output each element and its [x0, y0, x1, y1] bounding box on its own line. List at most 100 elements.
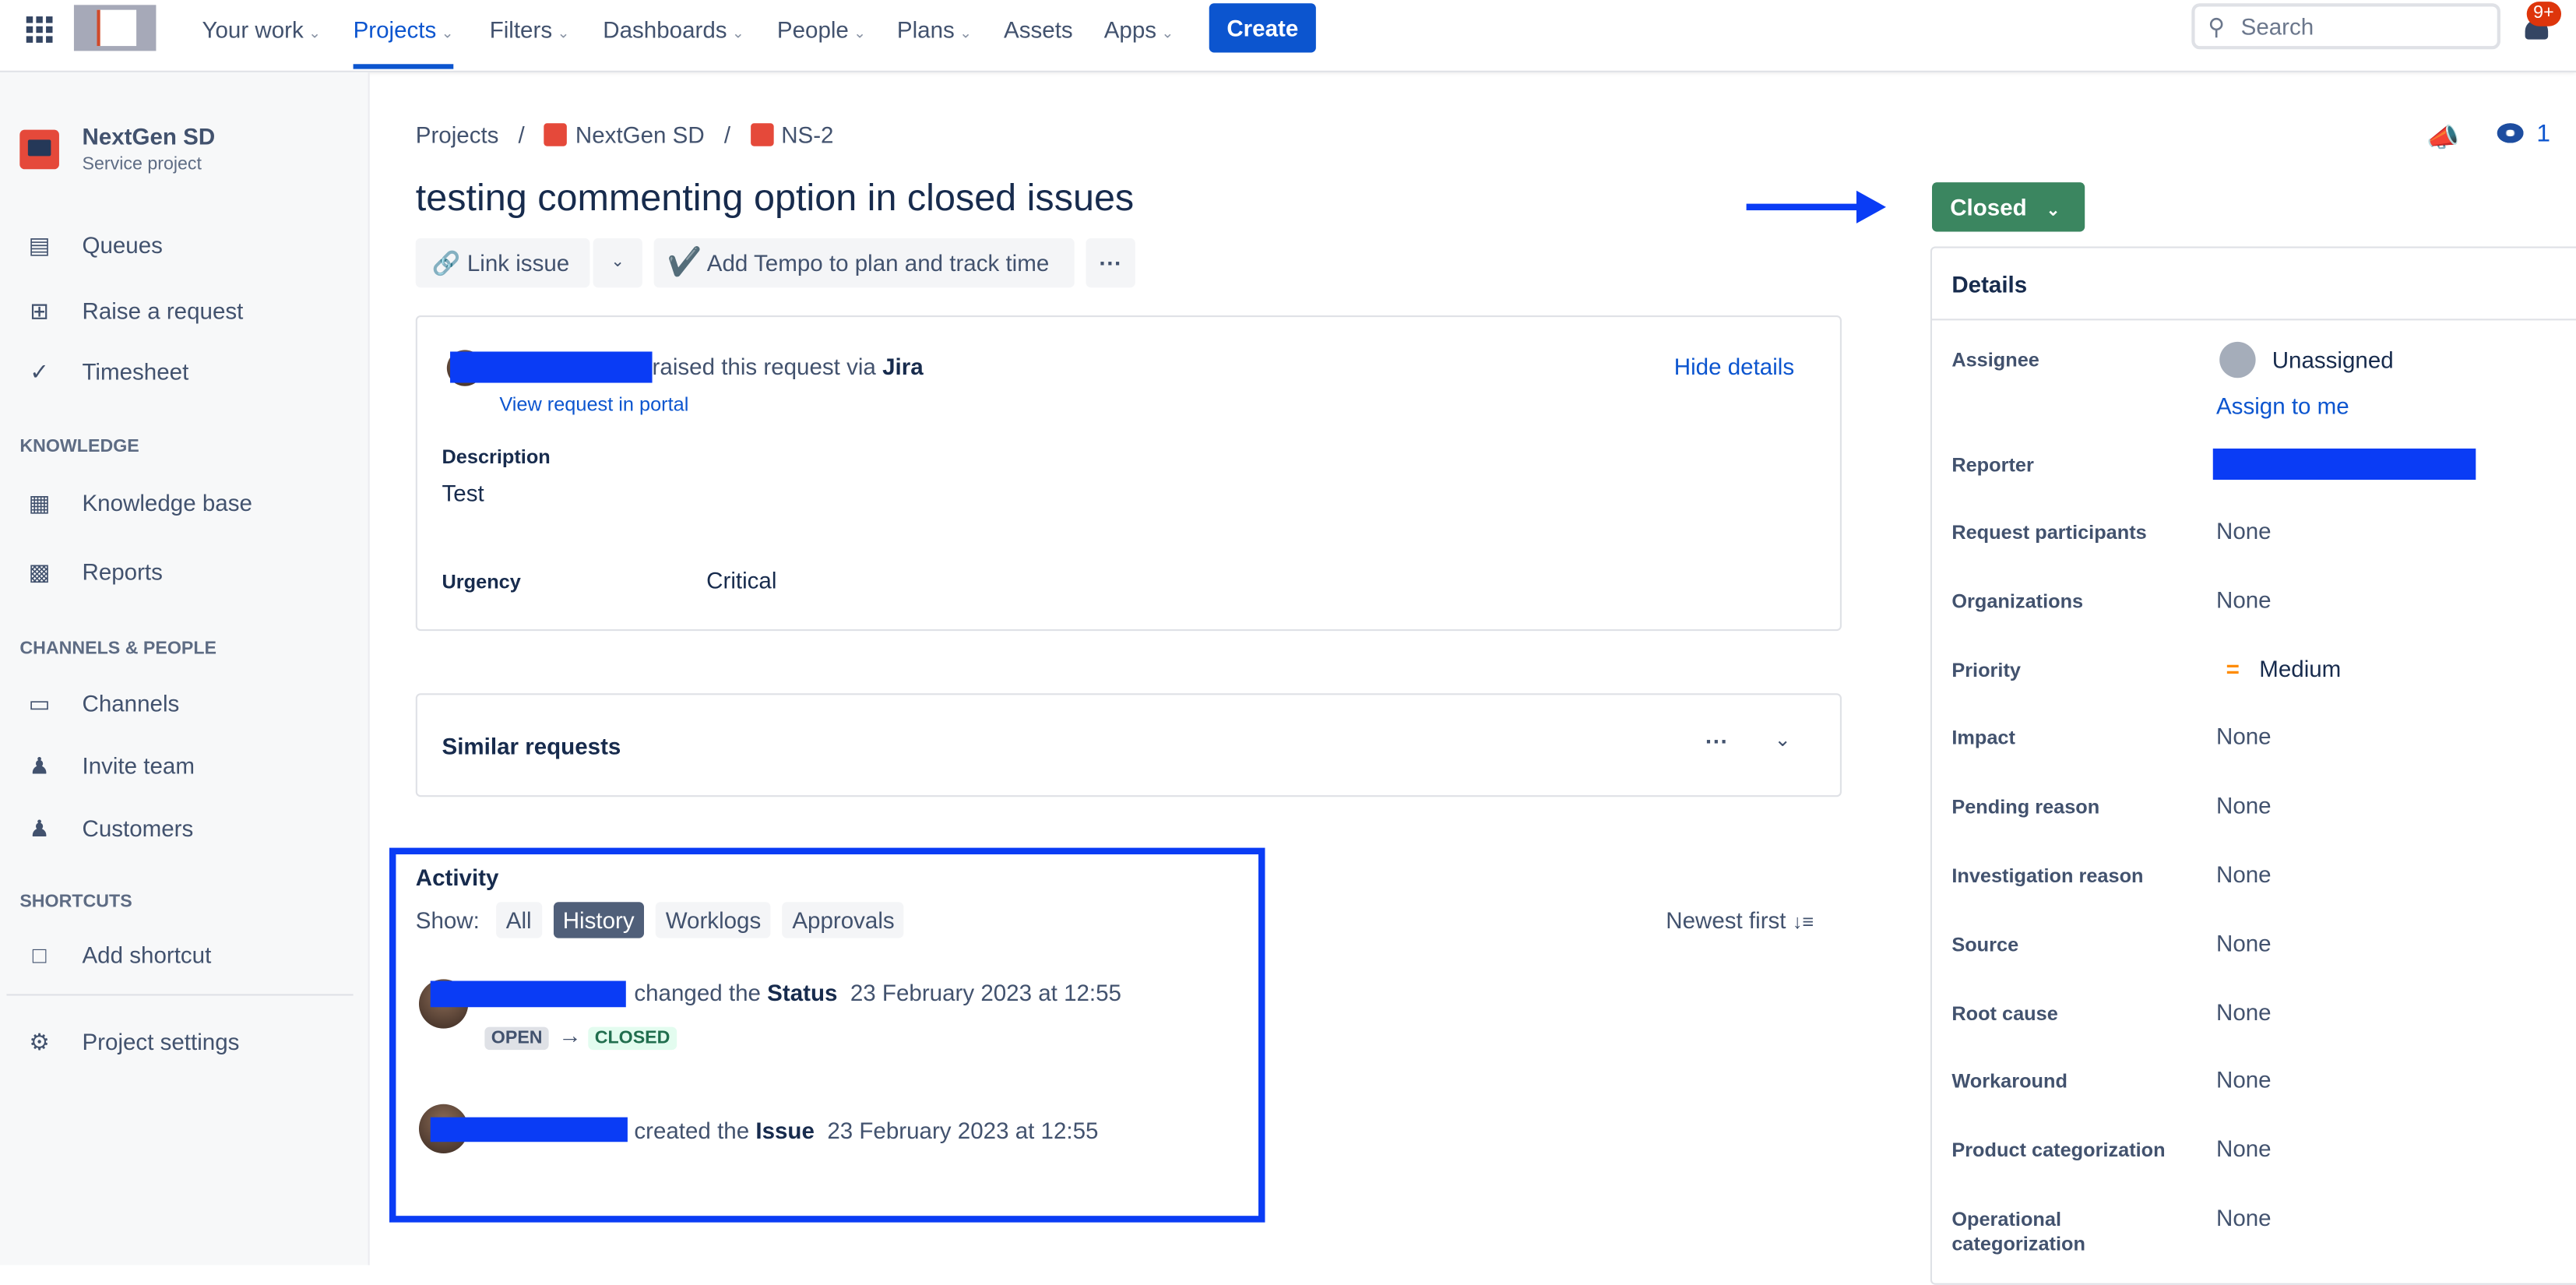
redacted-name [450, 351, 653, 383]
field-value[interactable]: None [2216, 1204, 2272, 1230]
field-value[interactable]: None [2216, 792, 2272, 819]
sidebar-item-label: Project settings [82, 1028, 240, 1055]
field-label: Workaround [1951, 1070, 2067, 1093]
sidebar-item-label: Customers [82, 815, 194, 842]
field-value[interactable]: None [2216, 723, 2272, 750]
breadcrumb-projects[interactable]: Projects [416, 121, 499, 148]
watch-button[interactable]: 1 [2497, 120, 2550, 148]
field-label: Source [1951, 932, 2019, 956]
nav-apps[interactable]: Apps ⌄ [1104, 0, 1174, 59]
nav-dashboards[interactable]: Dashboards ⌄ [603, 0, 744, 59]
add-shortcut-icon: □ [32, 941, 47, 968]
project-icon [544, 123, 568, 146]
field-value[interactable]: None [2216, 518, 2272, 544]
sidebar-item-channels[interactable]: ▭ Channels [23, 687, 180, 720]
sidebar-item-timesheet[interactable]: ✓ Timesheet [23, 355, 189, 388]
hide-details-link[interactable]: Hide details [1674, 354, 1794, 380]
issue-title[interactable]: testing commenting option in closed issu… [416, 176, 1134, 220]
details-panel: Details Assignee Unassigned Assign to me… [1930, 246, 2576, 1285]
field-value[interactable]: None [2216, 1067, 2272, 1093]
nav-label: People [776, 16, 849, 43]
search-placeholder: Search [2240, 12, 2314, 40]
filter-worklogs[interactable]: Worklogs [656, 902, 771, 938]
field-value[interactable]: None [2216, 586, 2272, 613]
similar-requests-panel[interactable]: Similar requests ··· ⌄ [415, 693, 1842, 797]
arrow-right-icon: → [558, 1022, 582, 1048]
urgency-value[interactable]: Critical [706, 567, 776, 593]
field-label: Organizations [1951, 589, 2084, 613]
tempo-button[interactable]: ✔️ Add Tempo to plan and track time [653, 238, 1075, 288]
raised-text: raised this request via Jira [652, 353, 924, 380]
field-label: Investigation reason [1951, 864, 2144, 888]
people-icon: ♟ [29, 815, 50, 842]
notification-badge: 9+ [2526, 2, 2561, 26]
reporter-label: Reporter [1951, 453, 2034, 477]
nav-projects[interactable]: Projects ⌄ [353, 0, 454, 69]
filter-approvals[interactable]: Approvals [782, 902, 905, 938]
check-circle-icon: ✔️ [667, 246, 702, 278]
description-label: Description [442, 445, 551, 469]
field-value[interactable]: None [2216, 861, 2272, 887]
breadcrumb-project[interactable]: NextGen SD [575, 121, 705, 148]
description-value[interactable]: Test [442, 480, 484, 506]
sort-button[interactable]: Newest first ↓≡ [1666, 907, 1814, 934]
sidebar-item-raise-a-request[interactable]: ⊞ Raise a request [23, 294, 244, 327]
sidebar-item-label: Invite team [82, 752, 195, 779]
link-issue-dropdown[interactable]: ⌄ [593, 238, 642, 288]
redacted-reporter[interactable] [2212, 448, 2476, 481]
details-heading[interactable]: Details [1951, 271, 2027, 297]
sidebar-item-project-settings[interactable]: ⚙ Project settings [23, 1025, 240, 1058]
sidebar-heading: SHORTCUTS [19, 892, 132, 912]
sidebar-item-knowledge-base[interactable]: ▦ Knowledge base [23, 486, 252, 519]
nav-people[interactable]: People ⌄ [777, 0, 866, 59]
sidebar-item-queues[interactable]: ▤ Queues [23, 228, 163, 261]
field-label: Root cause [1951, 1002, 2058, 1025]
filter-all[interactable]: All [496, 902, 542, 938]
app-switcher-icon[interactable] [26, 16, 53, 43]
create-button[interactable]: Create [1209, 3, 1316, 53]
more-actions-button[interactable]: ··· [1086, 238, 1135, 288]
field-label: Request participants [1951, 520, 2147, 544]
sidebar-item-label: Timesheet [82, 357, 189, 385]
sidebar-item-reports[interactable]: ▩ Reports [23, 555, 163, 588]
sidebar-item-add-shortcut[interactable]: □ Add shortcut [23, 938, 212, 971]
active-indicator [353, 64, 454, 69]
nav-plans[interactable]: Plans ⌄ [897, 0, 972, 59]
site-logo[interactable] [73, 5, 157, 51]
sidebar: NextGen SD Service project ▤ Queues ⊞ Raise… [0, 72, 370, 1266]
breadcrumb-issue[interactable]: NS-2 [781, 121, 833, 148]
more-icon[interactable]: ··· [1705, 728, 1729, 755]
assignee-value[interactable]: Unassigned [2272, 347, 2394, 373]
assign-to-me-link[interactable]: Assign to me [2216, 393, 2349, 419]
status-button[interactable]: Closed ⌄ [1932, 182, 2085, 232]
nav-filters[interactable]: Filters ⌄ [490, 0, 570, 59]
project-name[interactable]: NextGen SD [82, 123, 215, 150]
field-value[interactable]: None [2216, 930, 2272, 956]
sidebar-item-invite-team[interactable]: ♟ Invite team [23, 749, 195, 782]
nav-your-work[interactable]: Your work ⌄ [202, 0, 321, 59]
field-value[interactable]: None [2216, 998, 2272, 1025]
feedback-megaphone-icon[interactable]: 📣 [2426, 121, 2459, 154]
request-details-card: raised this request via Jira View reques… [415, 315, 1842, 632]
issue-type-icon [750, 123, 773, 146]
link-issue-label: Link issue [466, 249, 570, 276]
field-label: Priority [1951, 658, 2021, 681]
field-label: Impact [1951, 727, 2015, 750]
view-in-portal-link[interactable]: View request in portal [499, 393, 688, 416]
nav-assets[interactable]: Assets [1004, 0, 1073, 59]
link-issue-button[interactable]: 🔗 Link issue [415, 238, 590, 288]
search-icon: ⚲ [2208, 12, 2226, 40]
field-value[interactable]: None [2216, 1135, 2272, 1162]
search-input[interactable]: ⚲ Search [2191, 3, 2500, 50]
sidebar-item-label: Add shortcut [82, 941, 212, 968]
project-avatar [19, 129, 59, 170]
sidebar-item-label: Reports [82, 558, 163, 586]
nav-label: Plans [896, 16, 955, 43]
watchers-count: 1 [2536, 120, 2550, 148]
sidebar-item-label: Channels [82, 690, 180, 716]
chevron-down-icon[interactable]: ⌄ [1774, 728, 1790, 752]
filter-history[interactable]: History [553, 902, 645, 938]
field-value[interactable]: = Medium [2216, 655, 2342, 681]
sidebar-item-customers[interactable]: ♟ Customers [23, 811, 194, 844]
tempo-label: Add Tempo to plan and track time [706, 249, 1050, 276]
